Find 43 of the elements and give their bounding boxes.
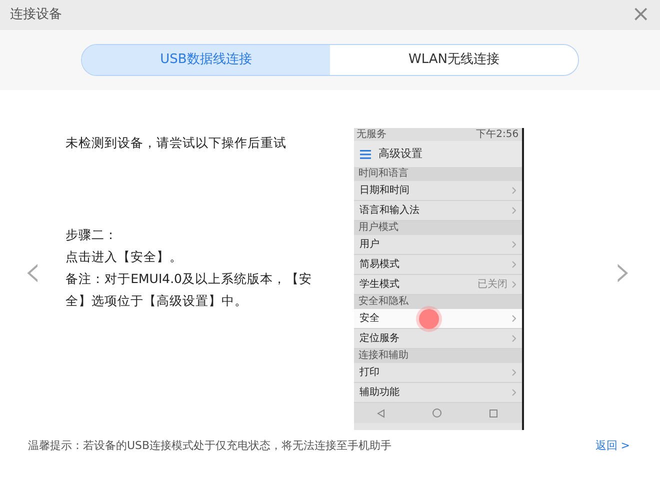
row-label: 安全 (360, 312, 380, 326)
window-title: 连接设备 (10, 6, 62, 24)
chevron-icon (512, 187, 516, 194)
step-text: 点击进入【安全】。 (66, 248, 184, 266)
settings-row[interactable]: 用户 (354, 235, 522, 255)
chevron-icon (512, 389, 516, 396)
row-label: 定位服务 (360, 332, 400, 346)
settings-row[interactable]: 安全 (354, 309, 522, 329)
chevron-icon (512, 241, 516, 248)
row-label: 语言和输入法 (360, 204, 420, 218)
carrier-text: 无服务 (356, 128, 387, 141)
settings-row[interactable]: 打印 (354, 363, 522, 383)
settings-row[interactable]: 简易模式 (354, 255, 522, 275)
settings-row[interactable]: 日期和时间 (354, 181, 522, 201)
chevron-icon (512, 315, 516, 322)
section-header: 安全和隐私 (354, 295, 522, 309)
chevron-icon (512, 281, 516, 288)
row-label: 日期和时间 (360, 184, 410, 198)
menu-icon[interactable] (360, 150, 371, 158)
back-link[interactable]: 返回 > (595, 438, 630, 454)
row-label: 学生模式 (360, 278, 400, 292)
row-label: 打印 (360, 366, 380, 380)
chevron-icon (512, 207, 516, 214)
screen-title: 高级设置 (378, 146, 423, 162)
row-label: 简易模式 (360, 258, 400, 272)
clock-text: 下午2:56 (476, 128, 519, 141)
recents-icon[interactable] (489, 408, 498, 418)
step-heading: 步骤二： (66, 226, 119, 244)
chevron-icon (512, 335, 516, 342)
chevron-icon (512, 369, 516, 376)
row-label: 辅助功能 (360, 386, 400, 400)
section-header: 用户模式 (354, 221, 522, 235)
section-header: 连接和辅助 (354, 349, 522, 363)
touch-indicator (418, 309, 439, 329)
tip-text: 温馨提示：若设备的USB连接模式处于仅充电状态，将无法连接至手机助手 (28, 438, 392, 454)
section-header: 时间和语言 (354, 167, 522, 181)
chevron-icon (512, 261, 516, 268)
row-value: 已关闭 (478, 278, 508, 292)
row-label: 用户 (360, 238, 380, 252)
back-icon[interactable] (377, 408, 386, 418)
status-message: 未检测到设备，请尝试以下操作后重试 (66, 134, 288, 152)
step-text: 备注：对于EMUI4.0及以上系统版本，【安全】选项位于【高级设置】中。 (66, 270, 314, 310)
home-icon[interactable] (432, 408, 442, 418)
